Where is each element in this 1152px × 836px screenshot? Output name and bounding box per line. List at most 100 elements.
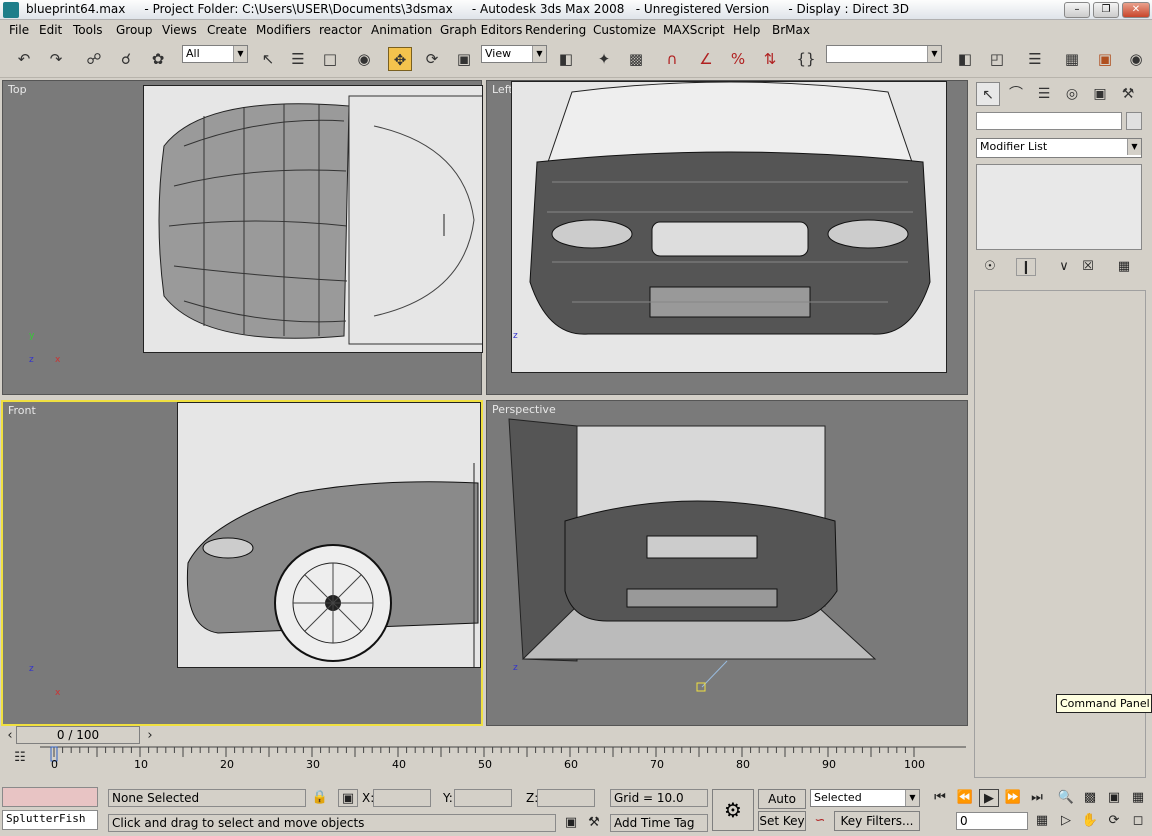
selection-filter-dropdown[interactable]: All ▼: [182, 45, 248, 63]
select-and-scale-icon[interactable]: ▣: [452, 47, 476, 71]
selection-lock-icon[interactable]: 🔒: [310, 789, 330, 807]
maximize-viewport-icon[interactable]: ◻: [1128, 812, 1148, 830]
play-icon[interactable]: ▶: [979, 789, 999, 807]
menu-tools[interactable]: Tools: [73, 23, 103, 37]
close-button[interactable]: ✕: [1122, 2, 1150, 18]
create-tab-icon[interactable]: ↖: [976, 82, 1000, 106]
transform-type-in-icon[interactable]: ⚒: [584, 814, 604, 832]
menu-customize[interactable]: Customize: [593, 23, 656, 37]
set-key-button[interactable]: Set Key: [758, 811, 806, 831]
time-slider[interactable]: ‹ 0 / 100 ›: [0, 726, 970, 746]
menu-views[interactable]: Views: [162, 23, 197, 37]
redo-icon[interactable]: ↷: [44, 47, 68, 71]
viewport-top[interactable]: Top y z x: [2, 80, 483, 395]
key-mode-dropdown[interactable]: Selected ▼: [810, 789, 920, 807]
zoom-extents-all-icon[interactable]: ▦: [1128, 789, 1148, 807]
align-icon[interactable]: ◰: [985, 47, 1009, 71]
display-tab-icon[interactable]: ▣: [1088, 82, 1112, 106]
next-frame-arrow-icon[interactable]: ›: [140, 727, 160, 745]
x-coordinate-field[interactable]: [373, 789, 431, 807]
configure-modifier-sets-icon[interactable]: ▦: [1114, 258, 1134, 276]
modifier-list-dropdown[interactable]: Modifier List ▼: [976, 138, 1142, 158]
zoom-extents-icon[interactable]: ▣: [1104, 789, 1124, 807]
y-coordinate-field[interactable]: [454, 789, 512, 807]
schematic-view-icon[interactable]: ▣: [1093, 47, 1117, 71]
reference-coordinate-dropdown[interactable]: View ▼: [481, 45, 547, 63]
go-to-start-icon[interactable]: ⏮: [930, 789, 950, 807]
key-filters-button[interactable]: Key Filters...: [834, 811, 920, 831]
modifier-stack-list[interactable]: [976, 164, 1142, 250]
maxscript-mini-listener-top[interactable]: [2, 787, 98, 807]
menu-brmax[interactable]: BrMax: [772, 23, 810, 37]
menu-edit[interactable]: Edit: [39, 23, 62, 37]
zoom-icon[interactable]: 🔍: [1056, 789, 1076, 807]
use-pivot-center-icon[interactable]: ◧: [554, 47, 578, 71]
edit-named-selection-icon[interactable]: {}: [794, 47, 818, 71]
select-and-move-icon[interactable]: ✥: [388, 47, 412, 71]
viewport-perspective[interactable]: Perspective z: [486, 400, 968, 726]
material-editor-icon[interactable]: ◉: [1124, 47, 1148, 71]
angle-snap-icon[interactable]: ∠: [694, 47, 718, 71]
object-color-swatch[interactable]: [1126, 112, 1142, 130]
z-coordinate-field[interactable]: [537, 789, 595, 807]
previous-frame-icon[interactable]: ⏪: [955, 789, 975, 807]
bind-to-space-warp-icon[interactable]: ✿: [146, 47, 170, 71]
menu-animation[interactable]: Animation: [371, 23, 432, 37]
modify-tab-icon[interactable]: ⌒: [1004, 82, 1028, 106]
field-of-view-icon[interactable]: ▷: [1056, 812, 1076, 830]
select-and-rotate-icon[interactable]: ⟳: [420, 47, 444, 71]
menu-graph-editors[interactable]: Graph Editors: [440, 23, 522, 37]
mirror-icon[interactable]: ◧: [953, 47, 977, 71]
select-and-link-icon[interactable]: ☍: [82, 47, 106, 71]
unlink-selection-icon[interactable]: ☌: [114, 47, 138, 71]
menu-rendering[interactable]: Rendering: [525, 23, 586, 37]
named-selection-sets-dropdown[interactable]: ▼: [826, 45, 942, 63]
absolute-mode-icon[interactable]: ▣: [338, 789, 358, 807]
menu-create[interactable]: Create: [207, 23, 247, 37]
rectangular-selection-icon[interactable]: □: [318, 47, 342, 71]
menu-file[interactable]: File: [9, 23, 29, 37]
pin-stack-icon[interactable]: ☉: [980, 258, 1000, 276]
pan-icon[interactable]: ✋: [1080, 812, 1100, 830]
time-slider-thumb[interactable]: 0 / 100: [16, 726, 140, 744]
spinner-snap-icon[interactable]: ⇅: [758, 47, 782, 71]
minimize-button[interactable]: –: [1064, 2, 1090, 18]
remove-modifier-icon[interactable]: ☒: [1078, 258, 1098, 276]
window-crossing-icon[interactable]: ◉: [352, 47, 376, 71]
viewport-label-left[interactable]: Left: [492, 83, 513, 96]
next-frame-icon[interactable]: ⏩: [1003, 789, 1023, 807]
add-time-tag-button[interactable]: Add Time Tag: [610, 814, 708, 832]
select-by-name-icon[interactable]: ☰: [286, 47, 310, 71]
time-configuration-icon[interactable]: ▦: [1032, 812, 1052, 830]
menu-modifiers[interactable]: Modifiers: [256, 23, 311, 37]
maximize-button[interactable]: ❐: [1093, 2, 1119, 18]
maxscript-mini-listener[interactable]: SplutterFish: [2, 810, 98, 830]
track-bar[interactable]: ☷ 0 10 20 30 40 50 60 70 80 90 100: [0, 745, 970, 777]
add-time-tag-icon[interactable]: ▣: [561, 814, 581, 832]
viewport-label-front[interactable]: Front: [8, 404, 36, 417]
viewport-label-top[interactable]: Top: [8, 83, 27, 96]
utilities-tab-icon[interactable]: ⚒: [1116, 82, 1140, 106]
current-frame-field[interactable]: 0: [956, 812, 1028, 830]
viewport-front[interactable]: Front z x: [1, 400, 483, 726]
arc-rotate-icon[interactable]: ⟳: [1104, 812, 1124, 830]
set-key-mode-icon[interactable]: ⚙: [712, 789, 754, 831]
viewport-left[interactable]: Left z: [486, 80, 968, 395]
keyboard-shortcut-override-icon[interactable]: ▩: [624, 47, 648, 71]
undo-icon[interactable]: ↶: [12, 47, 36, 71]
default-tangent-icon[interactable]: ∽: [810, 812, 830, 830]
layer-manager-icon[interactable]: ☰: [1023, 47, 1047, 71]
select-and-manipulate-icon[interactable]: ✦: [592, 47, 616, 71]
zoom-all-icon[interactable]: ▩: [1080, 789, 1100, 807]
show-end-result-icon[interactable]: ❙: [1016, 258, 1036, 276]
object-name-field[interactable]: [976, 112, 1122, 130]
menu-maxscript[interactable]: MAXScript: [663, 23, 725, 37]
hierarchy-tab-icon[interactable]: ☰: [1032, 82, 1056, 106]
snaps-toggle-icon[interactable]: ∩: [660, 47, 684, 71]
percent-snap-icon[interactable]: %: [726, 47, 750, 71]
menu-reactor[interactable]: reactor: [319, 23, 362, 37]
motion-tab-icon[interactable]: ◎: [1060, 82, 1084, 106]
make-unique-icon[interactable]: ∨: [1054, 258, 1074, 276]
go-to-end-icon[interactable]: ⏭: [1027, 789, 1047, 807]
auto-key-button[interactable]: Auto Key: [758, 789, 806, 824]
